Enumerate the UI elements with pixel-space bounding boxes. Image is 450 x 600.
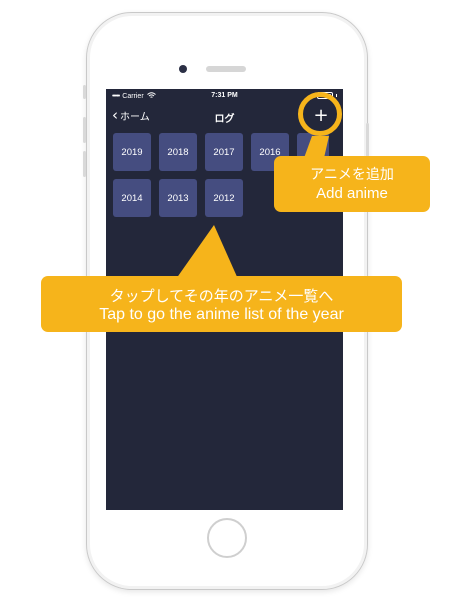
add-callout-pointer: [304, 136, 329, 158]
tap-callout-pointer: [176, 225, 238, 279]
add-anime-callout-jp: アニメを追加: [310, 167, 394, 183]
tap-year-callout-jp: タップしてその年のアニメ一覧へ: [109, 287, 334, 305]
tap-year-callout-en: Tap to go the anime list of the year: [99, 306, 344, 323]
add-anime-callout-en: Add anime: [316, 185, 388, 202]
add-anime-callout: アニメを追加 Add anime: [274, 156, 430, 212]
tap-year-callout: タップしてその年のアニメ一覧へ Tap to go the anime list…: [41, 276, 402, 332]
